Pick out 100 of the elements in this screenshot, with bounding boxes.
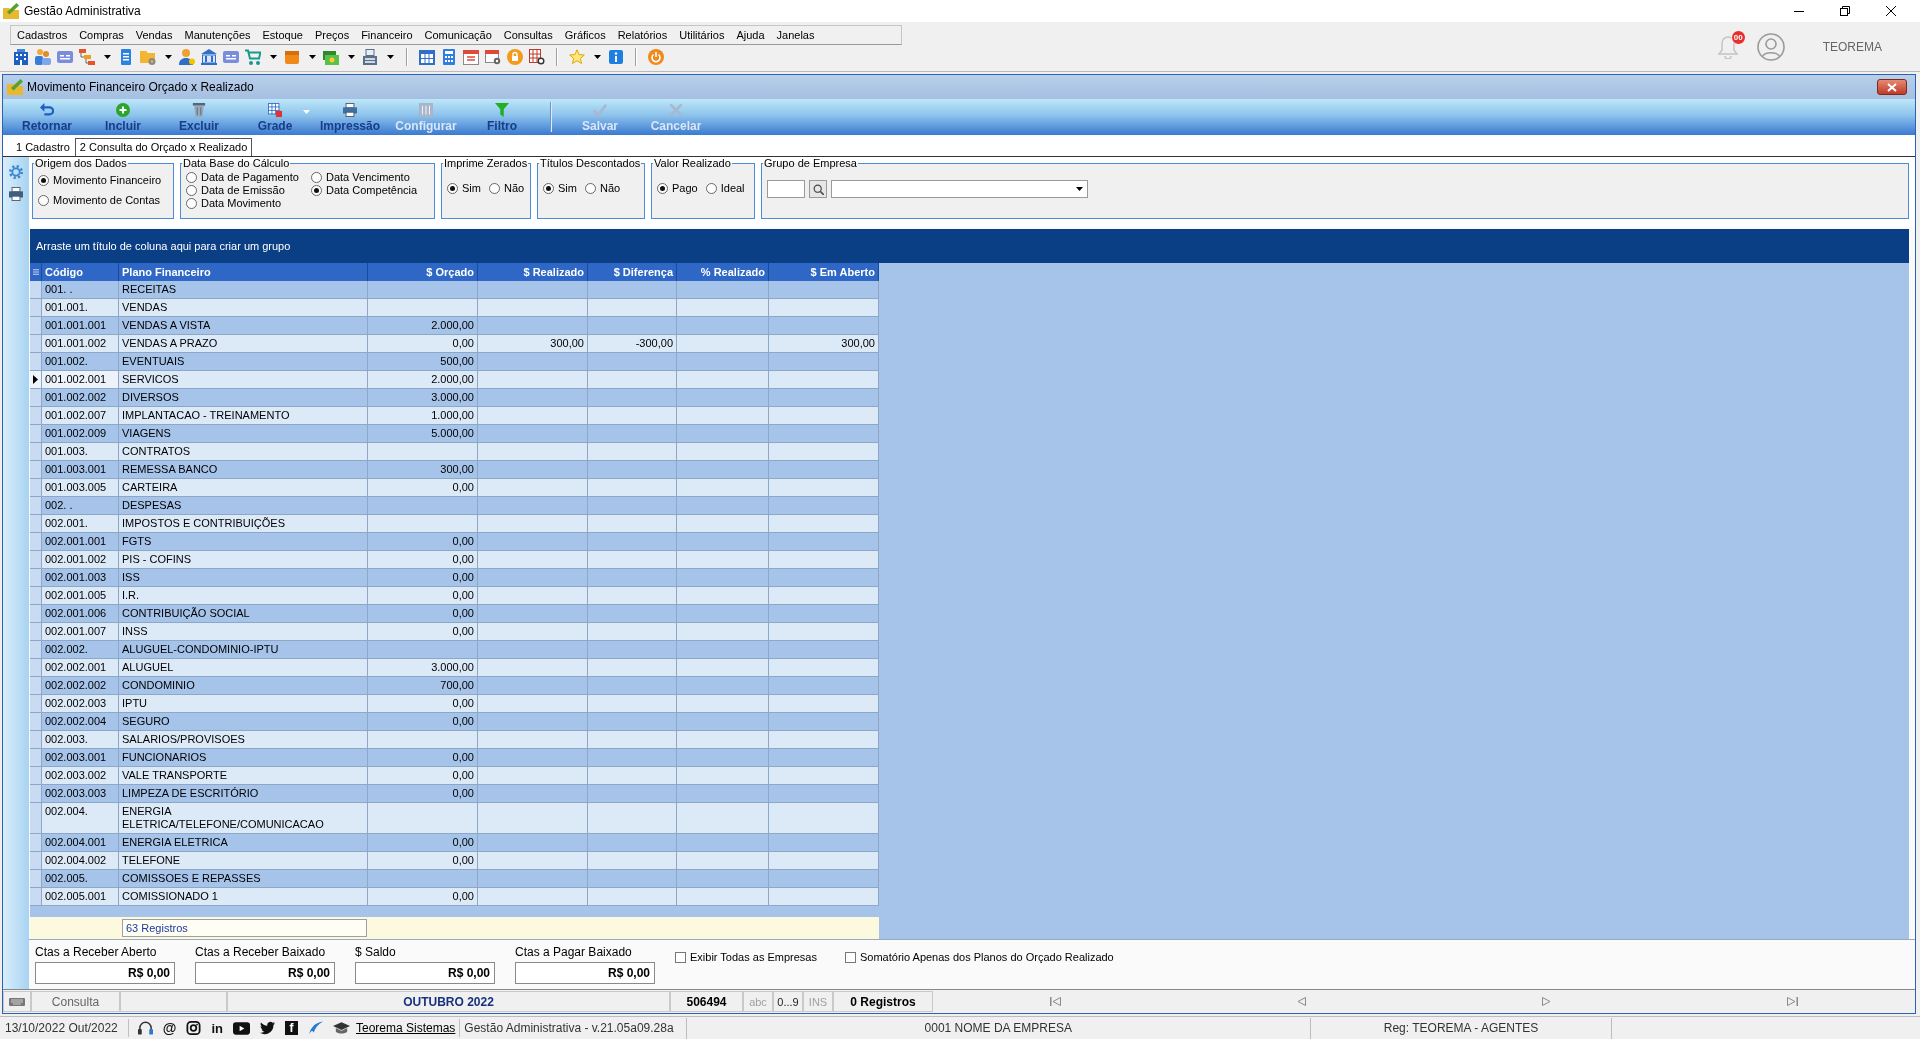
table-row[interactable]: 002.002.004 SEGURO 0,00 (30, 713, 879, 731)
radio-button[interactable] (311, 184, 322, 196)
table-row[interactable]: 001.003.001 REMESSA BANCO 300,00 (30, 461, 879, 479)
table-row[interactable]: 002.004. ENERGIA ELETRICA/TELEFONE/COMUNICACAO (30, 803, 879, 834)
menu-item[interactable]: Utilitários (673, 27, 731, 43)
radio-label[interactable]: Não (599, 182, 621, 194)
table-row[interactable]: 001.001.002 VENDAS A PRAZO 0,00 300,00 -300,00 300,00 (30, 335, 879, 353)
column-header[interactable]: Código (42, 263, 119, 281)
table-row[interactable]: 002.003. SALARIOS/PROVISOES (30, 731, 879, 749)
caret-icon[interactable] (270, 55, 277, 59)
code-field[interactable] (767, 180, 805, 198)
menu-item[interactable]: Manutenções (178, 27, 257, 43)
column-header[interactable]: % Realizado (677, 263, 769, 281)
table-row[interactable]: 002.003.001 FUNCIONARIOS 0,00 (30, 749, 879, 767)
table-row[interactable]: 001.002.001 SERVICOS 2.000,00 (30, 371, 879, 389)
restore-icon[interactable] (1840, 6, 1850, 16)
table-row[interactable]: 001. . RECEITAS (30, 281, 879, 299)
bank-icon[interactable] (201, 49, 217, 65)
last-record-icon[interactable] (1786, 997, 1798, 1006)
column-header[interactable]: Plano Financeiro (119, 263, 368, 281)
caret-icon[interactable] (104, 55, 111, 59)
add-button[interactable]: Incluir (85, 99, 161, 135)
calendar-icon[interactable] (463, 49, 479, 65)
table-row[interactable]: 001.001. VENDAS (30, 299, 879, 317)
table-row[interactable]: 002.003.003 LIMPEZA DE ESCRITÓRIO 0,00 (30, 785, 879, 803)
document-icon[interactable] (118, 49, 134, 65)
table-row[interactable]: 002.001. IMPOSTOS E CONTRIBUIÇÕES (30, 515, 879, 533)
swoosh-icon[interactable] (308, 1021, 323, 1035)
lock-icon[interactable] (507, 49, 523, 65)
table-row[interactable]: 002.001.001 FGTS 0,00 (30, 533, 879, 551)
email-link[interactable]: @ (162, 1020, 177, 1036)
menu-item[interactable]: Financeiro (355, 27, 419, 43)
graduation-cap-icon[interactable] (333, 1022, 350, 1034)
table-row[interactable]: 002.005. COMISSOES E REPASSES (30, 870, 879, 888)
tab[interactable]: 1 Cadastro (11, 138, 75, 156)
play-icon[interactable] (233, 1021, 250, 1035)
caret-icon[interactable] (348, 55, 355, 59)
column-chooser-icon[interactable] (32, 268, 39, 276)
caret-icon[interactable] (594, 55, 601, 59)
money-icon[interactable] (323, 49, 339, 65)
menu-item[interactable]: Gráficos (558, 27, 612, 43)
checkbox-label[interactable]: Somatório Apenas dos Planos do Orçado Realizado (859, 951, 1114, 963)
social-link[interactable]: in (211, 1020, 223, 1036)
radio-button[interactable] (186, 197, 197, 209)
printer-icon[interactable] (9, 187, 23, 201)
radio-label[interactable]: Movimento de Contas (53, 194, 160, 206)
table-row[interactable]: 002.001.006 CONTRIBUIÇÃO SOCIAL 0,00 (30, 605, 879, 623)
table-row[interactable]: 001.003. CONTRATOS (30, 443, 879, 461)
radio-button[interactable] (186, 184, 197, 196)
radio-button[interactable] (488, 182, 500, 194)
table-search-icon[interactable] (529, 49, 545, 65)
column-header[interactable]: $ Diferença (588, 263, 677, 281)
first-record-icon[interactable] (1050, 997, 1062, 1006)
radio-label[interactable]: Data Movimento (201, 197, 282, 209)
radio-button[interactable] (186, 171, 197, 183)
calculator-icon[interactable] (441, 49, 457, 65)
amount-field[interactable]: R$ 0,00 (515, 962, 655, 984)
calendar-icon[interactable] (419, 49, 435, 65)
menu-item[interactable]: Consultas (497, 27, 559, 43)
table-row[interactable]: 001.001.001 VENDAS A VISTA 2.000,00 (30, 317, 879, 335)
radio-button[interactable] (705, 182, 717, 194)
table-row[interactable]: 002.003.002 VALE TRANSPORTE 0,00 (30, 767, 879, 785)
amount-field[interactable]: R$ 0,00 (195, 962, 335, 984)
radio-label[interactable]: Ideal (720, 182, 745, 194)
card-icon[interactable] (223, 49, 239, 65)
checkbox-label[interactable]: Exibir Todas as Empresas (690, 951, 817, 963)
table-row[interactable]: 001.003.005 CARTEIRA 0,00 (30, 479, 879, 497)
column-header[interactable]: $ Realizado (478, 263, 588, 281)
close-icon[interactable] (1886, 6, 1896, 16)
back-button[interactable]: Retornar (9, 99, 85, 135)
folder-gear-icon[interactable] (140, 49, 156, 65)
box-icon[interactable] (284, 49, 300, 65)
radio-button[interactable] (38, 174, 49, 186)
radio-button[interactable] (38, 194, 49, 206)
power-icon[interactable] (648, 49, 664, 65)
radio-label[interactable]: Data de Pagamento (201, 171, 299, 183)
hierarchy-icon[interactable] (79, 49, 95, 65)
table-row[interactable]: 001.002.007 IMPLANTACAO - TREINAMENTO 1.000,00 (30, 407, 879, 425)
amount-field[interactable]: R$ 0,00 (35, 962, 175, 984)
table-row[interactable]: 001.002. EVENTUAIS 500,00 (30, 353, 879, 371)
table-row[interactable]: 002.001.007 INSS 0,00 (30, 623, 879, 641)
radio-button[interactable] (447, 182, 458, 194)
keyboard-icon[interactable] (9, 997, 25, 1006)
menu-item[interactable]: Estoque (256, 27, 309, 43)
caret-icon[interactable] (165, 55, 172, 59)
cart-icon[interactable] (245, 49, 261, 65)
search-button[interactable] (809, 180, 827, 198)
table-row[interactable]: 002. . DESPESAS (30, 497, 879, 515)
menu-item[interactable]: Cadastros (11, 27, 74, 43)
menu-item[interactable]: Compras (73, 27, 130, 43)
column-header[interactable]: $ Em Aberto (769, 263, 879, 281)
caret-icon[interactable] (309, 55, 316, 59)
table-row[interactable]: 002.004.002 TELEFONE 0,00 (30, 852, 879, 870)
radio-label[interactable]: Data de Emissão (201, 184, 285, 196)
radio-label[interactable]: Não (503, 182, 525, 194)
card-icon[interactable] (57, 49, 73, 65)
table-row[interactable]: 002.002.002 CONDOMINIO 700,00 (30, 677, 879, 695)
website-link[interactable]: Teorema Sistemas (356, 1021, 456, 1035)
radio-label[interactable]: Sim (558, 182, 577, 194)
people-icon[interactable] (35, 49, 51, 65)
